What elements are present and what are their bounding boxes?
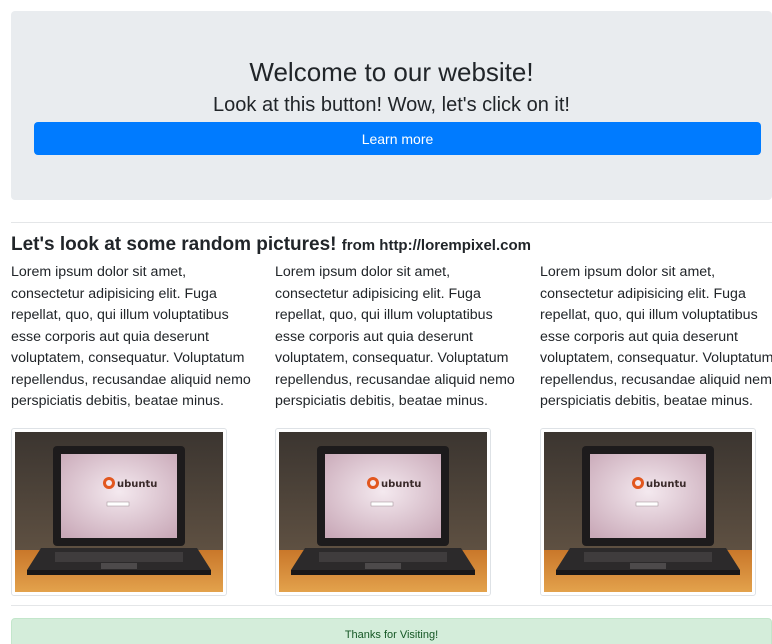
bottom-divider — [11, 605, 772, 606]
laptop-image: ubuntu — [279, 432, 487, 592]
gallery-title: Let's look at some random pictures! — [11, 234, 337, 255]
column-text: Lorem ipsum dolor sit amet, consectetur … — [275, 264, 515, 409]
laptop-thumbnail: ubuntu — [275, 428, 491, 596]
hero-title: Welcome to our website! — [249, 57, 534, 87]
laptop-thumbnail: ubuntu — [11, 428, 227, 596]
column-text: Lorem ipsum dolor sit amet, consectetur … — [11, 264, 251, 409]
image-logo-text: ubuntu — [646, 479, 686, 490]
thanks-alert: Thanks for Visiting! — [11, 618, 772, 644]
top-divider — [11, 222, 772, 223]
image-logo-text: ubuntu — [117, 479, 157, 490]
gallery-source-prefix: from — [341, 237, 376, 254]
laptop-image: ubuntu — [544, 432, 752, 592]
gallery-column-2: Lorem ipsum dolor sit amet, consectetur … — [275, 262, 518, 596]
hero-jumbotron: Welcome to our website! Look at this but… — [11, 11, 772, 200]
gallery-column-3: Lorem ipsum dolor sit amet, consectetur … — [540, 262, 772, 596]
learn-more-button[interactable]: Learn more — [34, 122, 761, 155]
laptop-image: ubuntu — [15, 432, 223, 592]
gallery-source: from http://lorempixel.com — [342, 237, 531, 254]
gallery-source-url: http://lorempixel.com — [379, 237, 531, 254]
thanks-message: Thanks for Visiting! — [344, 629, 439, 641]
hero-subtitle: Look at this button! Wow, let's click on… — [213, 94, 570, 116]
gallery-heading: Let's look at some random pictures! from… — [11, 233, 531, 258]
gallery-column-1: Lorem ipsum dolor sit amet, consectetur … — [11, 262, 254, 596]
laptop-thumbnail: ubuntu — [540, 428, 756, 596]
column-text: Lorem ipsum dolor sit amet, consectetur … — [540, 264, 772, 409]
image-logo-text: ubuntu — [381, 479, 421, 490]
